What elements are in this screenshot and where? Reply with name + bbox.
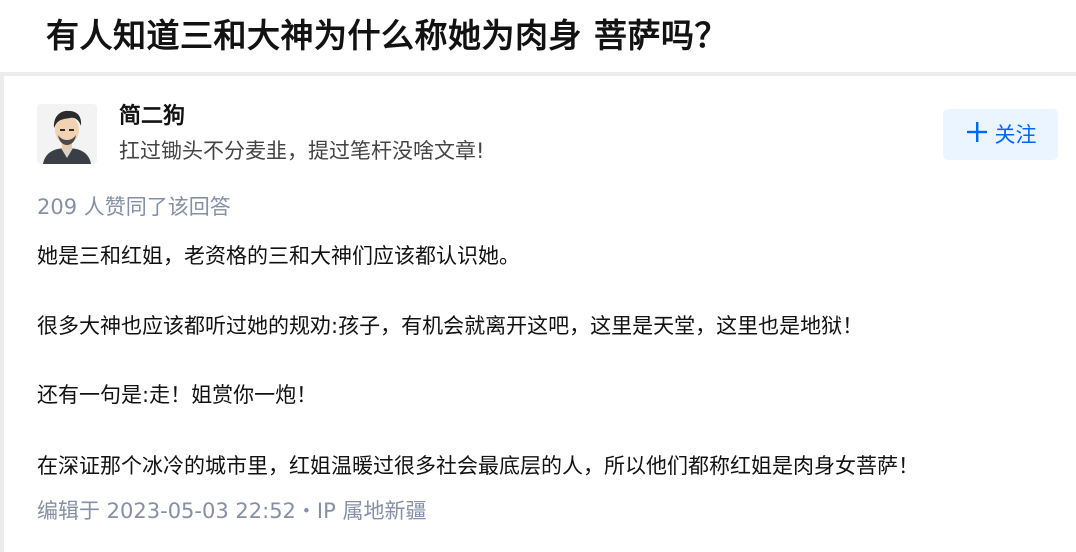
vote-count: 209 人赞同了该回答 bbox=[37, 195, 231, 219]
plus-icon bbox=[965, 117, 989, 149]
question-title[interactable]: 有人知道三和大神为什么称她为肉身 菩萨吗？ bbox=[46, 14, 728, 58]
question-header: 有人知道三和大神为什么称她为肉身 菩萨吗？ bbox=[0, 0, 1076, 72]
follow-button[interactable]: 关注 bbox=[943, 109, 1058, 160]
author-name[interactable]: 简二狗 bbox=[119, 102, 185, 132]
avatar-icon-graphic bbox=[37, 104, 97, 164]
avatar-icon[interactable] bbox=[37, 104, 97, 164]
answer-paragraph: 她是三和红姐，老资格的三和大神们应该都认识她。 bbox=[37, 244, 520, 268]
answer-paragraph: 很多大神也应该都听过她的规劝:孩子，有机会就离开这吧，这里是天堂，这里也是地狱！ bbox=[37, 314, 864, 338]
answer-paragraph: 在深证那个冰冷的城市里，红姐温暖过很多社会最底层的人，所以他们都称红姐是肉身女菩… bbox=[37, 454, 919, 478]
edit-timestamp[interactable]: 编辑于 2023-05-03 22:52・IP 属地新疆 bbox=[37, 496, 426, 526]
answer-card: 简二狗 扛过锄头不分麦韭，提过笔杆没啥文章! 关注 209 人赞同了该回答 她是… bbox=[4, 76, 1076, 552]
answer-paragraph: 还有一句是:走！姐赏你一炮！ bbox=[37, 383, 318, 407]
follow-button-label: 关注 bbox=[994, 122, 1037, 147]
author-headline: 扛过锄头不分麦韭，提过笔杆没啥文章! bbox=[119, 139, 485, 163]
